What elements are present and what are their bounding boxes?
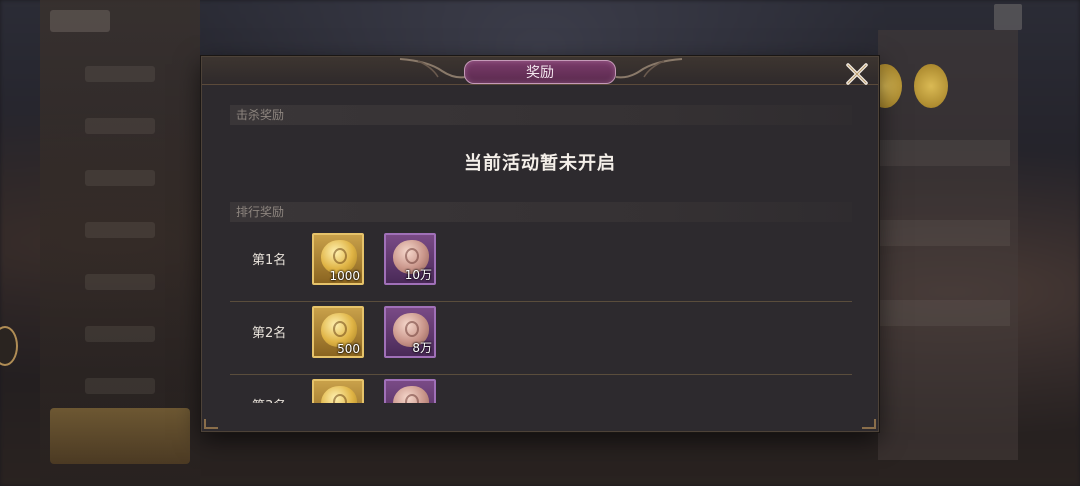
rank-label: 第2名 xyxy=(252,326,287,341)
gold-coin-item[interactable]: 500 xyxy=(312,306,364,358)
copper-coin-item[interactable]: 10万 xyxy=(384,233,436,285)
background-right-row xyxy=(880,300,1010,326)
rank-label: 第1名 xyxy=(252,253,287,268)
corner-ornament xyxy=(204,419,218,429)
rank-row: 第1名 1000 10万 xyxy=(230,229,852,302)
background-button xyxy=(994,4,1022,30)
close-x-icon xyxy=(846,63,868,85)
kill-reward-header: 击杀奖励 xyxy=(230,105,852,125)
close-button[interactable] xyxy=(842,59,872,89)
background-left-row xyxy=(85,378,155,394)
gold-coin-icon xyxy=(321,386,357,403)
background-left-row xyxy=(85,66,155,82)
background-left-row xyxy=(85,274,155,290)
background-right-row xyxy=(880,140,1010,166)
rank-reward-header: 排行奖励 xyxy=(230,202,852,222)
item-quantity: 8万 xyxy=(412,341,432,355)
rank-row: 第2名 500 8万 xyxy=(230,302,852,375)
copper-coin-item[interactable]: 8万 xyxy=(384,306,436,358)
corner-ornament xyxy=(862,419,876,429)
background-left-row xyxy=(85,326,155,342)
rank-reward-list[interactable]: 第1名 1000 10万 第2名 500 8万 第3名 xyxy=(230,229,852,403)
rank-label: 第3名 xyxy=(252,395,286,403)
item-quantity: 500 xyxy=(337,342,360,356)
background-orb xyxy=(914,64,948,108)
background-gold-button xyxy=(50,408,190,464)
reward-dialog: 奖励 击杀奖励 当前活动暂未开启 排行奖励 第1名 1000 10万 第2名 5… xyxy=(201,56,879,432)
background-left-row xyxy=(85,118,155,134)
item-quantity: 10万 xyxy=(404,268,432,282)
gold-coin-item[interactable]: 1000 xyxy=(312,233,364,285)
background-left-row xyxy=(85,170,155,186)
item-quantity: 1000 xyxy=(329,269,360,283)
background-title xyxy=(50,10,110,32)
copper-coin-icon xyxy=(393,386,429,403)
background-left-row xyxy=(85,222,155,238)
dialog-header: 奖励 xyxy=(202,57,878,85)
dialog-title: 奖励 xyxy=(464,60,616,84)
header-ornament-right xyxy=(615,58,683,79)
rank-row: 第3名 xyxy=(230,375,852,403)
copper-coin-item[interactable] xyxy=(384,379,436,403)
activity-not-open-notice: 当前活动暂未开启 xyxy=(464,153,616,174)
gold-coin-item[interactable] xyxy=(312,379,364,403)
background-right-row xyxy=(880,220,1010,246)
header-ornament-left xyxy=(399,58,467,79)
